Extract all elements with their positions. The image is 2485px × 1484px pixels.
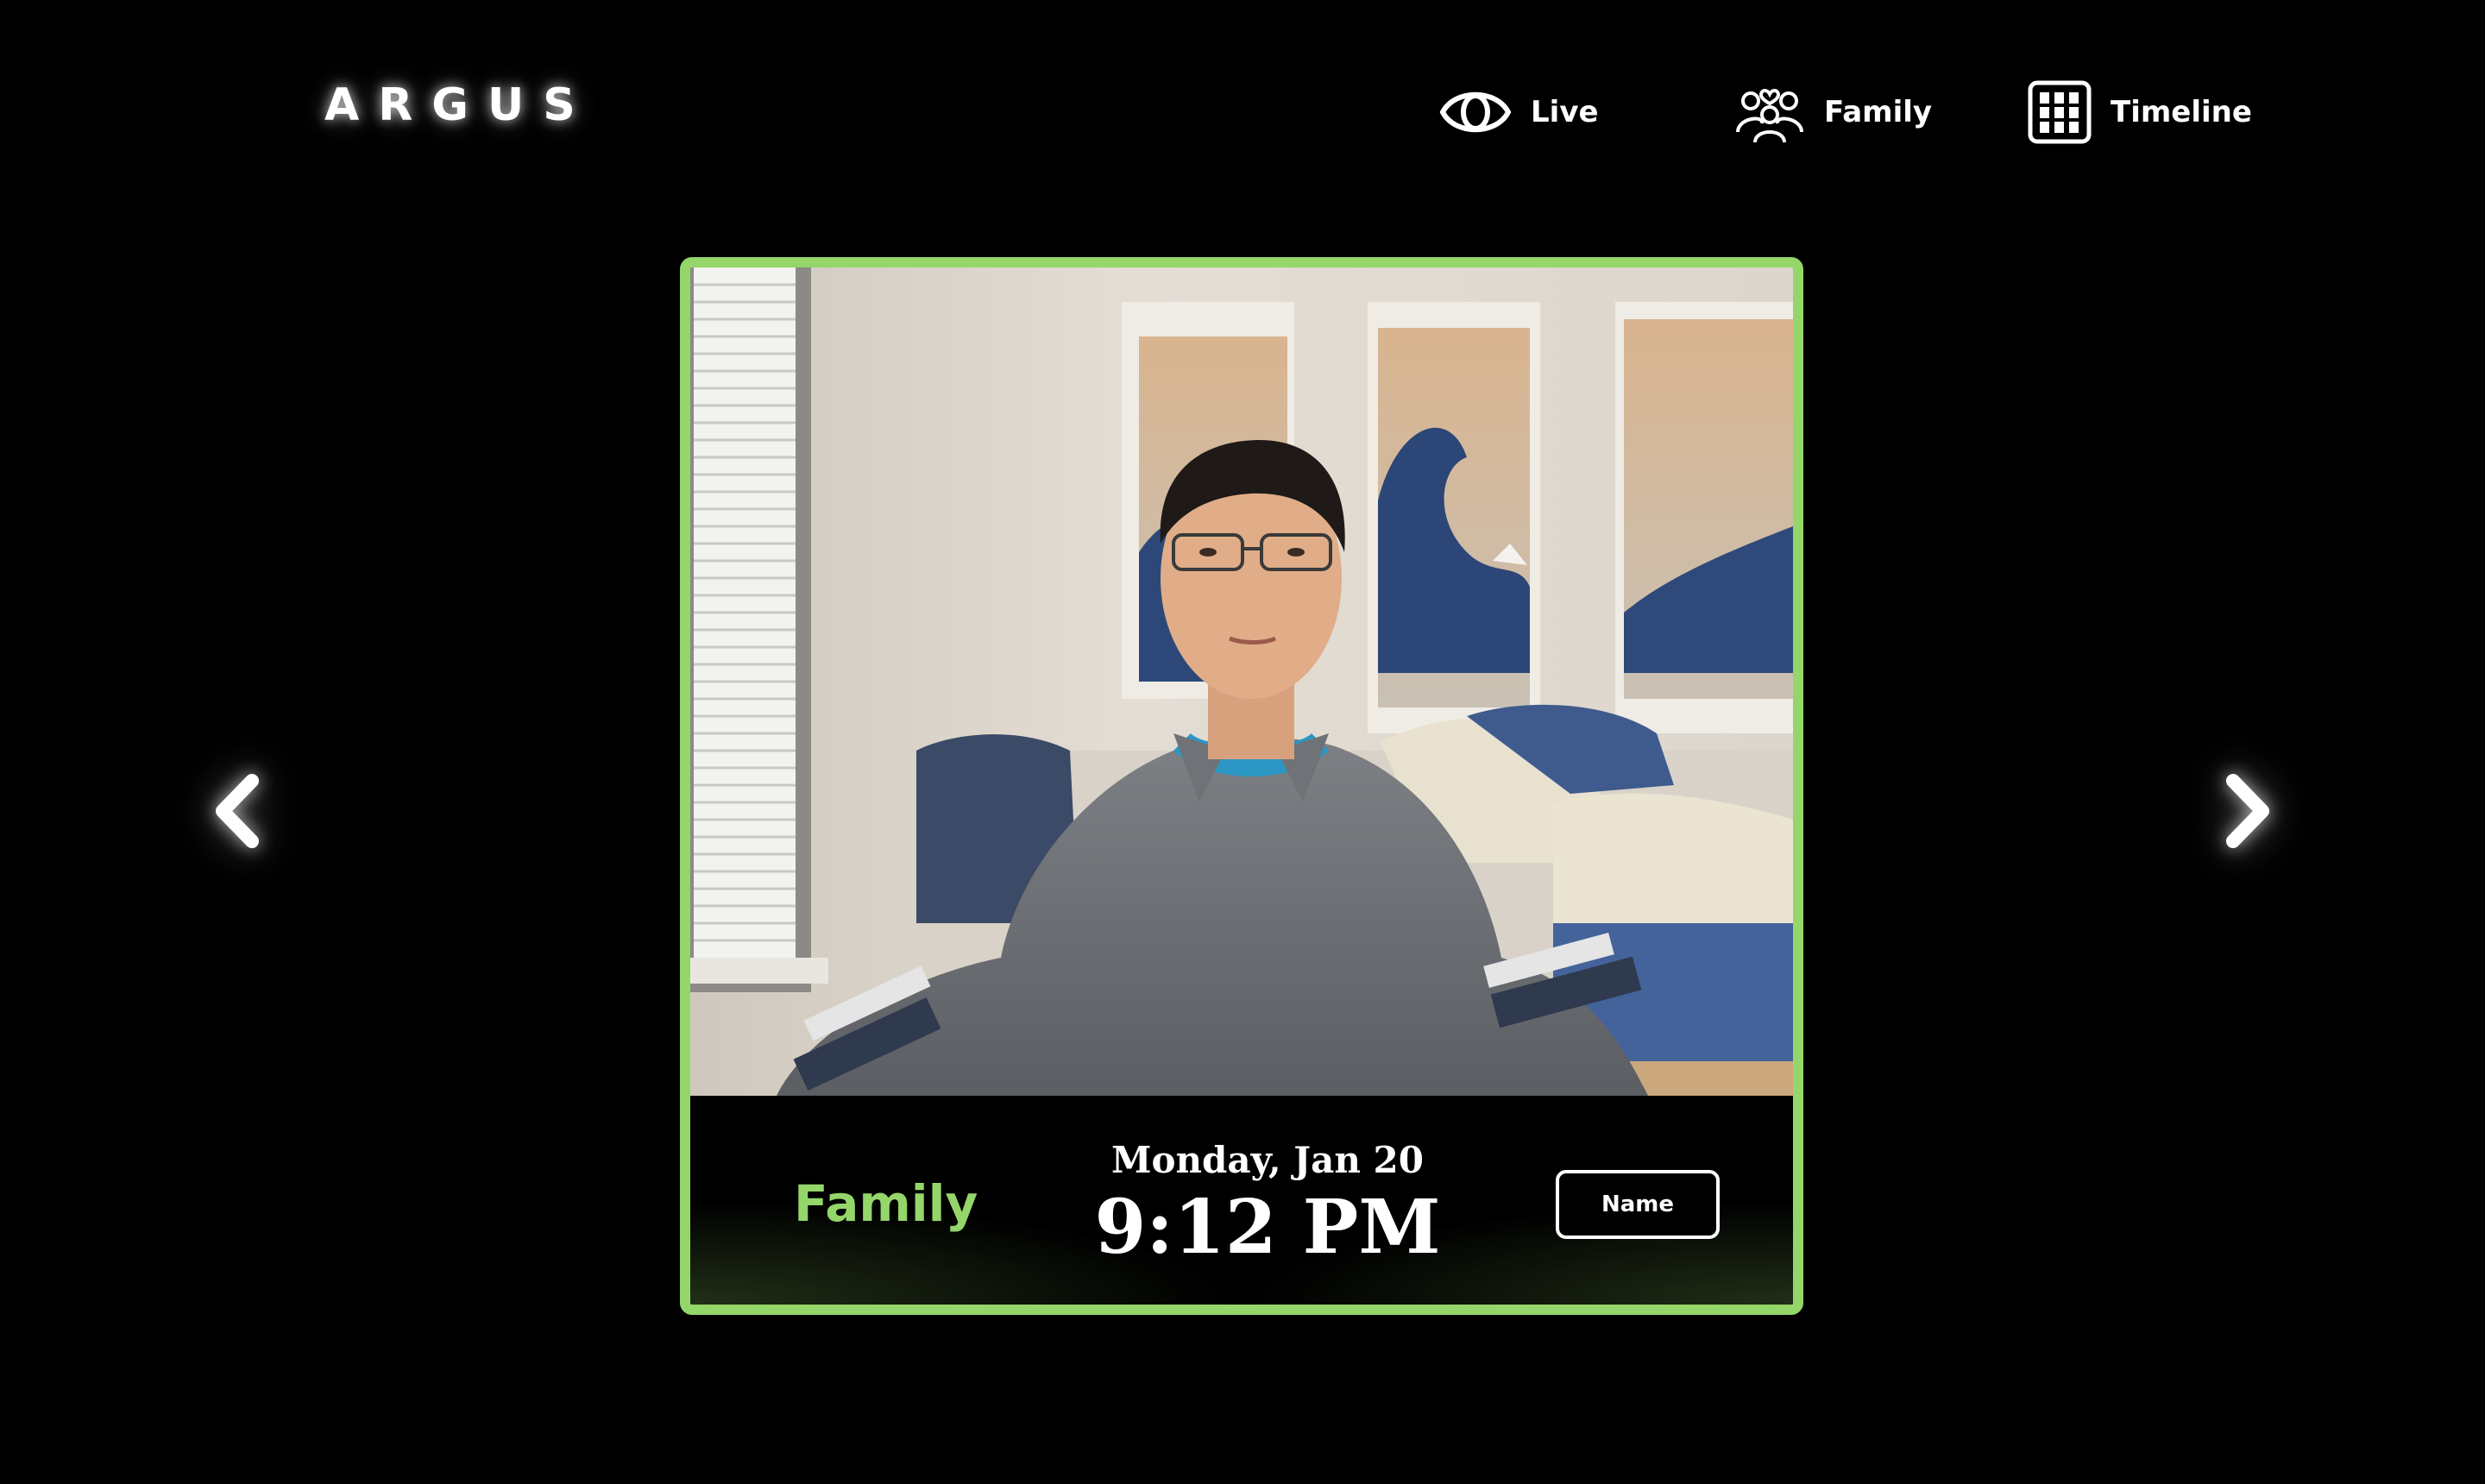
family-icon [1734, 80, 1805, 144]
chevron-left-icon [216, 774, 259, 848]
next-button[interactable] [2195, 759, 2299, 863]
nav-timeline[interactable]: Timeline [2028, 76, 2252, 148]
nav-live-label: Live [1531, 95, 1599, 129]
nav-live[interactable]: Live [1439, 76, 1599, 148]
grid-icon [2028, 80, 2092, 144]
page: ARGUS Live Family Timeline Family Monday… [0, 0, 2485, 1484]
event-info-bar: Family Monday, Jan 20 9:12 PM Name [690, 1096, 1793, 1305]
name-button[interactable]: Name [1556, 1170, 1720, 1239]
event-photo[interactable] [690, 267, 1793, 1096]
previous-button[interactable] [186, 759, 290, 863]
nav-timeline-label: Timeline [2111, 95, 2252, 129]
nav-family-label: Family [1824, 95, 1933, 129]
nav-family[interactable]: Family [1734, 76, 1932, 148]
event-card: Family Monday, Jan 20 9:12 PM Name [680, 257, 1803, 1315]
eye-icon [1439, 82, 1512, 142]
chevron-right-icon [2226, 774, 2269, 848]
app-logo: ARGUS [324, 79, 595, 131]
room-photo [690, 267, 1793, 1096]
